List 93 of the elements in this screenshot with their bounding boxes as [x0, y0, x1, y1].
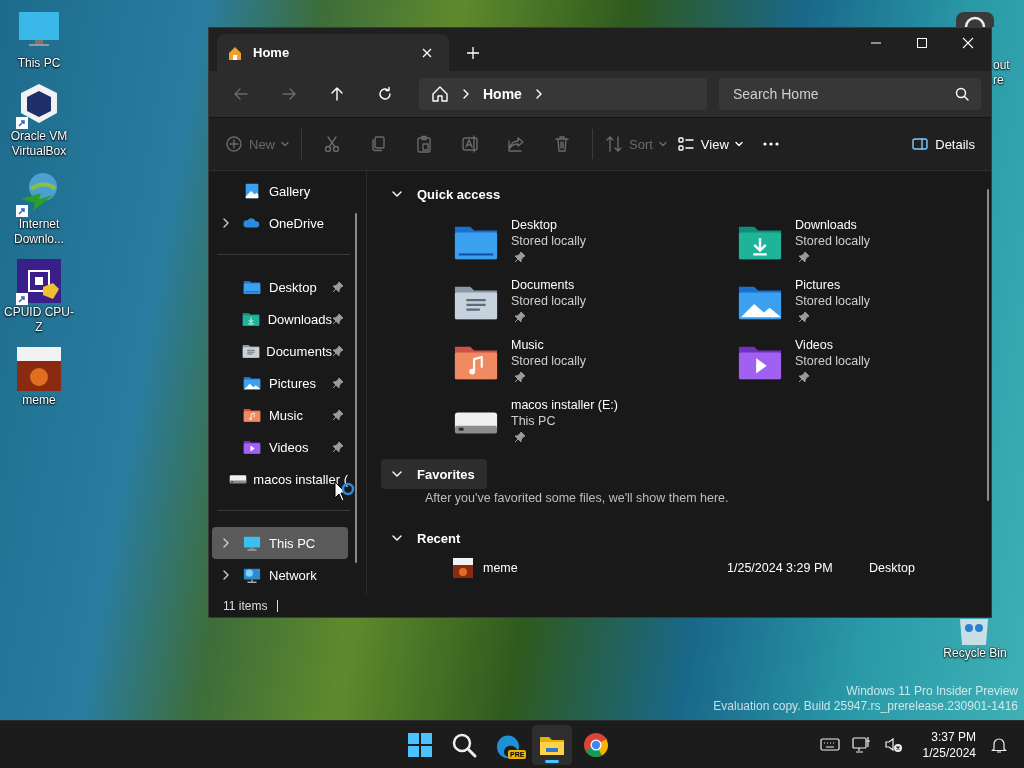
- item-count: 11 items: [223, 598, 268, 613]
- videos-folder-icon: [243, 438, 261, 456]
- search-icon: [450, 731, 478, 759]
- rename-icon: [461, 135, 479, 153]
- recycle-bin-icon[interactable]: [958, 619, 990, 645]
- folder-name[interactable]: Downloads: [795, 217, 871, 233]
- watermark-text: Evaluation copy. Build 25947.rs_prerelease.230901-1416: [713, 699, 1018, 714]
- image-thumbnail: [453, 558, 473, 578]
- sidebar-item[interactable]: Documents: [212, 335, 348, 367]
- desktop-icon-label[interactable]: Oracle VM VirtualBox: [1, 129, 77, 159]
- chip-icon[interactable]: [15, 257, 63, 305]
- folder-name[interactable]: Documents: [511, 277, 587, 293]
- search-field[interactable]: Search Home: [719, 78, 981, 110]
- back-arrow-icon: [233, 86, 249, 102]
- desktop-icon-label[interactable]: This PC: [1, 56, 77, 71]
- home-icon: [431, 85, 449, 103]
- close-icon: [421, 46, 433, 59]
- forward-arrow-icon: [281, 86, 297, 102]
- desktop-folder-icon: [243, 278, 261, 296]
- view-button[interactable]: View: [672, 126, 747, 162]
- image-thumbnail[interactable]: [15, 345, 63, 393]
- folder-location: Stored locally: [795, 353, 871, 369]
- folder-location: Stored locally: [511, 293, 587, 309]
- folder-location: This PC: [511, 413, 557, 429]
- view-list-icon: [676, 135, 695, 153]
- watermark-text: Windows 11 Pro Insider Preview: [845, 684, 1018, 699]
- folder-location: Stored locally: [511, 233, 587, 249]
- folder-name[interactable]: macos installer (E:): [511, 397, 618, 413]
- home-icon: [227, 44, 243, 61]
- caret-icon: [281, 140, 289, 148]
- folder-name[interactable]: Desktop: [511, 217, 587, 233]
- sidebar-item[interactable]: Network: [212, 559, 348, 591]
- folder-name[interactable]: Music: [511, 337, 587, 353]
- search-icon: [955, 87, 969, 101]
- scissors-icon: [323, 135, 341, 153]
- folder-location: Stored locally: [795, 233, 871, 249]
- file-explorer-button[interactable]: [532, 725, 572, 765]
- pictures-folder-icon: [243, 374, 261, 392]
- folder-location: Stored locally: [511, 353, 587, 369]
- caret-icon: [734, 140, 743, 148]
- app-icon[interactable]: [956, 12, 994, 27]
- maximize-icon: [916, 37, 928, 49]
- monitor-icon: [243, 534, 261, 552]
- section-header[interactable]: Recent: [381, 523, 473, 553]
- breadcrumb-item[interactable]: Home: [483, 86, 522, 102]
- sidebar-item[interactable]: Videos: [212, 431, 348, 463]
- section-header[interactable]: Favorites: [381, 459, 487, 489]
- details-button[interactable]: Details: [907, 126, 979, 162]
- share-icon: [507, 135, 525, 153]
- folder-name[interactable]: Pictures: [795, 277, 871, 293]
- sidebar-item[interactable]: Music: [212, 399, 348, 431]
- speaker-muted-icon: [883, 735, 904, 755]
- downloads-folder-icon: [242, 310, 261, 328]
- desktop-icon-label[interactable]: CPUID CPU-Z: [1, 305, 77, 335]
- wired-network-icon: [851, 735, 872, 755]
- sidebar-item[interactable]: Gallery: [212, 175, 348, 207]
- sidebar-item[interactable]: Desktop: [212, 271, 348, 303]
- windows-logo-icon: [406, 731, 434, 759]
- file-name[interactable]: meme: [483, 561, 727, 575]
- tab[interactable]: Home: [217, 34, 449, 71]
- bell-icon[interactable]: [990, 736, 1008, 754]
- file-date: 1/25/2024 3:29 PM: [727, 561, 834, 575]
- gallery-icon: [243, 182, 261, 200]
- music-folder-icon: [243, 406, 261, 424]
- caret-icon: [658, 140, 667, 148]
- folder-location: Stored locally: [795, 293, 871, 309]
- sort-icon: [605, 135, 623, 153]
- refresh-icon: [377, 86, 393, 102]
- details-pane-icon: [911, 135, 930, 153]
- sidebar-item[interactable]: This PC: [212, 527, 348, 559]
- section-header[interactable]: Quick access: [381, 179, 513, 209]
- file-location: Desktop: [869, 561, 915, 575]
- chevron-right-icon: [461, 89, 471, 99]
- plus-circle-icon: [225, 135, 243, 153]
- up-arrow-icon: [329, 86, 345, 102]
- address-bar[interactable]: Home: [419, 78, 707, 110]
- empty-message: After you've favorited some files, we'll show them here.: [425, 491, 730, 505]
- desktop-icon-label[interactable]: meme: [1, 393, 77, 408]
- chrome-ball-icon: [582, 731, 610, 759]
- plus-icon: [466, 46, 480, 60]
- sidebar-item[interactable]: OneDrive: [212, 207, 348, 239]
- copy-icon: [369, 135, 387, 153]
- folder-name[interactable]: Videos: [795, 337, 871, 353]
- desktop-icon-label[interactable]: Internet Downlo...: [1, 217, 77, 247]
- sidebar-item[interactable]: Downloads: [212, 303, 348, 335]
- close-icon: [962, 37, 974, 49]
- network-icon: [243, 566, 261, 584]
- documents-folder-icon: [241, 342, 260, 360]
- clipboard-icon: [415, 135, 433, 153]
- trash-icon: [553, 135, 571, 153]
- clock[interactable]: 3:37 PM 1/25/2024: [922, 729, 976, 761]
- sidebar-item[interactable]: Pictures: [212, 367, 348, 399]
- more-dots-icon: [762, 142, 779, 146]
